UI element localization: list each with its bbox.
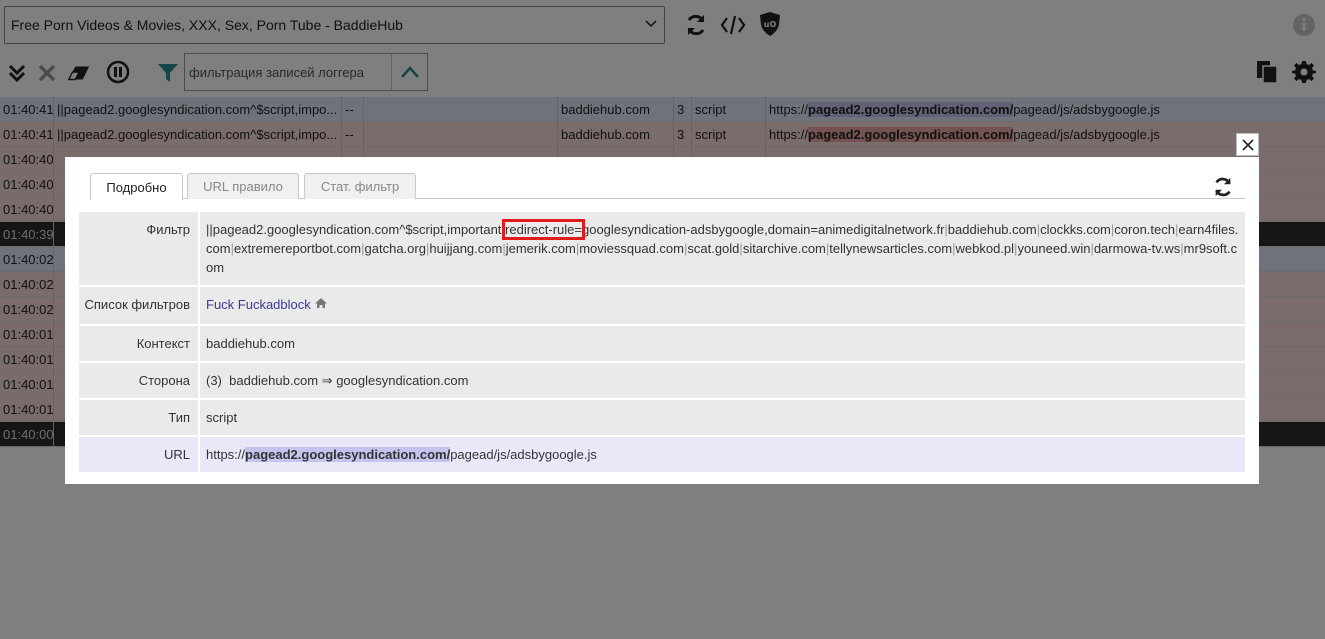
detail-row-filter: Фильтр ||pagead2.googlesyndication.com^$… xyxy=(79,212,1245,287)
context-label: Контекст xyxy=(79,326,200,361)
context-value: baddiehub.com xyxy=(206,336,295,351)
url-path: pagead/js/adsbygoogle.js xyxy=(450,447,597,462)
filter-domain: clockks.com xyxy=(1040,222,1111,237)
filter-domain: jemerik.com xyxy=(505,241,576,256)
party-to: googlesyndication.com xyxy=(336,373,469,388)
tab-static-filter[interactable]: Стат. фильтр xyxy=(304,173,416,199)
filter-domain: youneed.win xyxy=(1017,241,1091,256)
home-icon[interactable] xyxy=(314,297,328,309)
detail-row-filter-list: Список фильтров Fuck Fuckadblock xyxy=(79,287,1245,326)
details-tabs: Подробно URL правило Стат. фильтр xyxy=(90,173,1245,200)
filter-value[interactable]: ||pagead2.googlesyndication.com^$script,… xyxy=(200,212,1245,285)
detail-row-type: Тип script xyxy=(79,400,1245,437)
close-icon xyxy=(1241,138,1254,151)
tab-details[interactable]: Подробно xyxy=(90,173,183,200)
filter-domain: moviessquad.com xyxy=(579,241,684,256)
filter-domain: scat.gold xyxy=(687,241,740,256)
filter-domain: huijjang.com xyxy=(429,241,503,256)
url-host: pagead2.googlesyndication.com/ xyxy=(245,447,451,462)
url-value[interactable]: https://pagead2.googlesyndication.com/pa… xyxy=(200,437,1245,472)
close-button[interactable] xyxy=(1236,133,1259,156)
filter-domain: gatcha.org xyxy=(364,241,426,256)
filter-domain: baddiehub.com xyxy=(947,222,1037,237)
party-value: (3) baddiehub.com ⇒ googlesyndication.co… xyxy=(200,363,1245,398)
filter-domain: darmowa-tv.ws xyxy=(1093,241,1181,256)
detail-row-party: Сторона (3) baddiehub.com ⇒ googlesyndic… xyxy=(79,363,1245,400)
filter-list-label: Список фильтров xyxy=(79,287,200,324)
filter-list-value: Fuck Fuckadblock xyxy=(200,287,1245,324)
type-value: script xyxy=(206,410,238,425)
detail-row-context: Контекст baddiehub.com xyxy=(79,326,1245,363)
filter-domain: sitarchive.com xyxy=(742,241,826,256)
refresh-icon[interactable] xyxy=(1212,176,1234,198)
filter-text-start: ||pagead2.googlesyndication.com^$script,… xyxy=(206,222,506,237)
party-label: Сторона xyxy=(79,363,200,398)
filter-label: Фильтр xyxy=(79,212,200,285)
filter-domain: extremereportbot.com xyxy=(233,241,362,256)
filter-domain: webkod.pl xyxy=(955,241,1015,256)
details-table: Фильтр ||pagead2.googlesyndication.com^$… xyxy=(79,212,1245,474)
filter-domain: tellynewsarticles.com xyxy=(829,241,953,256)
url-scheme: https:// xyxy=(206,447,246,462)
filter-list-link[interactable]: Fuck Fuckadblock xyxy=(206,297,311,312)
entry-details-dialog: Подробно URL правило Стат. фильтр Фильтр… xyxy=(65,157,1259,484)
party-arrow: ⇒ xyxy=(321,373,333,388)
filter-text-rest: googlesyndication-adsbygoogle,domain=ani… xyxy=(581,222,945,237)
url-label: URL xyxy=(79,437,200,472)
detail-row-url: URL https://pagead2.googlesyndication.co… xyxy=(79,437,1245,474)
party-from: baddiehub.com xyxy=(229,373,319,388)
tab-url-rule[interactable]: URL правило xyxy=(187,173,299,199)
type-label: Тип xyxy=(79,400,200,435)
party-number: (3) xyxy=(206,373,222,388)
filter-domain: coron.tech xyxy=(1114,222,1175,237)
redirect-rule-highlight: redirect-rule= xyxy=(502,219,585,240)
